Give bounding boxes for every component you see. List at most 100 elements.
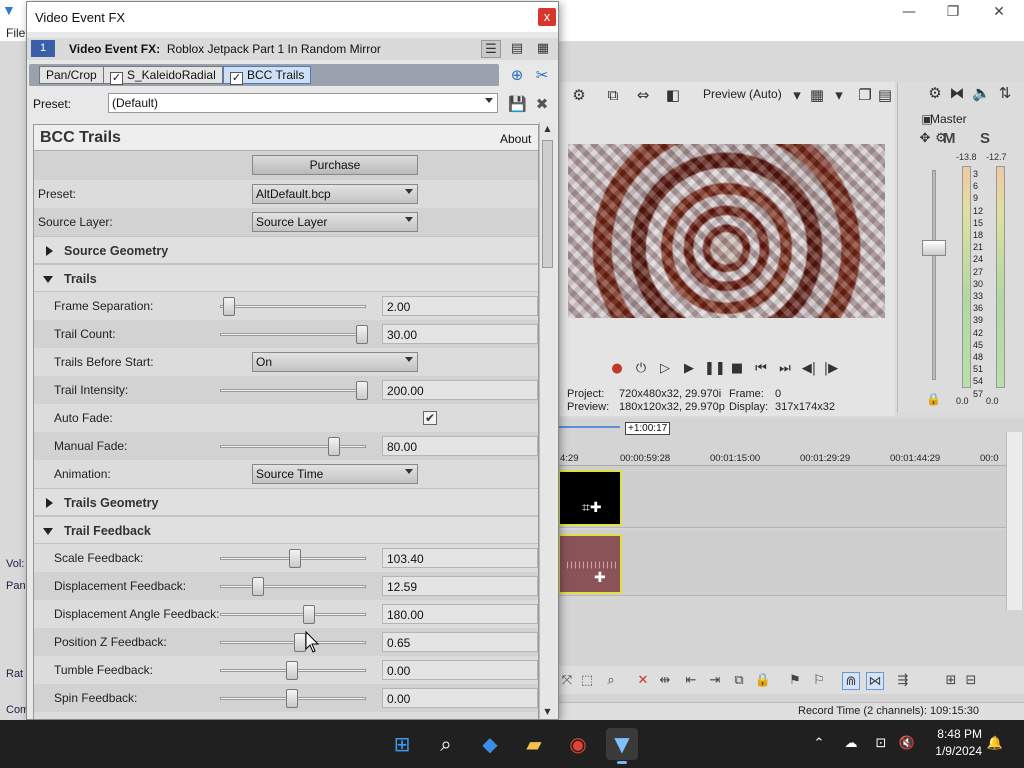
external-monitor-icon[interactable]: ⇔: [634, 86, 652, 104]
displacement-angle-feedback-slider[interactable]: [302, 605, 315, 624]
view-grid-icon[interactable]: ▦: [533, 40, 553, 58]
slider-track[interactable]: [220, 445, 366, 448]
dialog-titlebar[interactable]: Video Event FX x: [27, 2, 558, 32]
displacement-feedback-input[interactable]: 12.59: [382, 576, 538, 596]
downmix-icon[interactable]: ⧓: [948, 84, 966, 102]
plugin-chain-icon[interactable]: ⊕: [508, 66, 526, 84]
solo-button[interactable]: S: [980, 130, 990, 147]
purchase-button[interactable]: Purchase: [252, 155, 418, 175]
auto-fade-checkbox[interactable]: ✔: [423, 411, 437, 425]
trail-intensity-slider[interactable]: [356, 381, 368, 400]
dialog-close-button[interactable]: x: [538, 8, 556, 26]
spin-feedback-slider[interactable]: [286, 689, 298, 708]
marker-icon[interactable]: ⚑: [786, 672, 804, 690]
pause-icon[interactable]: ❚❚: [704, 360, 726, 378]
displacement-angle-feedback-input[interactable]: 180.00: [382, 604, 538, 624]
gear-icon[interactable]: ⚙: [570, 86, 588, 104]
stop-icon[interactable]: ■: [728, 360, 746, 378]
scale-feedback-slider[interactable]: [288, 549, 301, 568]
scrollbar-thumb[interactable]: [542, 140, 553, 268]
position-z-feedback-input[interactable]: 0.65: [382, 632, 538, 652]
trails-before-start-dropdown[interactable]: On: [252, 352, 418, 372]
video-clip[interactable]: ⌗✚: [558, 470, 622, 526]
volume-muted-icon[interactable]: 🔇: [898, 735, 916, 753]
auto-crossfade-icon[interactable]: ⋈: [866, 672, 884, 690]
region-icon[interactable]: ⚐: [810, 672, 828, 690]
chrome-icon[interactable]: ◉: [562, 728, 594, 760]
crop-icon[interactable]: ⌗✚: [582, 500, 602, 516]
split-screen-icon[interactable]: ⧉: [604, 86, 622, 104]
save-snapshot-icon[interactable]: ▤: [876, 86, 894, 104]
slider-track[interactable]: [220, 641, 366, 644]
frame-separation-input[interactable]: 2.00: [382, 296, 538, 316]
zoom-tool-icon[interactable]: ⌕: [602, 672, 620, 690]
frame-separation-slider[interactable]: [223, 297, 235, 316]
record-icon[interactable]: ●: [608, 360, 626, 378]
plugin-preset-dropdown[interactable]: AltDefault.bcp: [252, 184, 418, 204]
split-icon[interactable]: ⧉: [730, 672, 748, 690]
collapse-triangle-icon[interactable]: [43, 528, 53, 535]
master-fader-knob[interactable]: [922, 240, 946, 256]
delete-icon[interactable]: ✕: [634, 672, 652, 690]
notification-bell-icon[interactable]: 🔔: [986, 735, 1004, 753]
master-fader-track[interactable]: [932, 170, 936, 380]
go-to-start-icon[interactable]: ⏮: [752, 360, 770, 378]
trail-count-slider[interactable]: [356, 325, 368, 344]
trim-icon[interactable]: ⇹: [656, 672, 674, 690]
slider-track[interactable]: [220, 585, 366, 588]
chain-item-bcc-trails[interactable]: ✓ BCC Trails: [223, 66, 312, 85]
previous-frame-icon[interactable]: ◀|: [800, 360, 818, 378]
trim-start-icon[interactable]: ⇤: [682, 672, 700, 690]
windows-start-icon[interactable]: ⊞: [386, 728, 418, 760]
gear-icon[interactable]: ⚙: [926, 84, 944, 102]
slider-track[interactable]: [220, 333, 366, 336]
position-z-feedback-slider[interactable]: [294, 633, 307, 652]
fx-plugin-icon[interactable]: ✚: [594, 570, 606, 586]
checkbox-icon[interactable]: ✓: [110, 72, 123, 85]
slider-track[interactable]: [220, 305, 366, 308]
restore-button[interactable]: ❐: [938, 2, 968, 22]
chevron-down-icon[interactable]: ▾: [788, 86, 806, 104]
selection-tool-icon[interactable]: ⬚: [578, 672, 596, 690]
displacement-feedback-slider[interactable]: [252, 577, 265, 596]
preview-quality-dropdown[interactable]: Preview (Auto): [703, 87, 782, 101]
photo-app-icon[interactable]: ◆: [474, 728, 506, 760]
timeline-ruler[interactable]: 4:29 00:00:59:28 00:01:15:00 00:01:29:29…: [558, 452, 1006, 466]
expand-triangle-icon[interactable]: [46, 246, 53, 256]
play-from-start-icon[interactable]: ▷: [656, 360, 674, 378]
about-link[interactable]: About: [500, 132, 531, 146]
section-trails[interactable]: Trails: [34, 264, 538, 292]
grid-icon[interactable]: ▦: [808, 86, 826, 104]
source-layer-dropdown[interactable]: Source Layer: [252, 212, 418, 232]
go-to-end-icon[interactable]: ⏭: [776, 360, 794, 378]
clock-time[interactable]: 8:48 PM: [932, 727, 982, 741]
save-preset-icon[interactable]: 💾: [508, 95, 527, 113]
section-trails-geometry[interactable]: Trails Geometry: [34, 488, 538, 516]
trail-intensity-input[interactable]: 200.00: [382, 380, 538, 400]
checkbox-icon[interactable]: ✓: [230, 72, 243, 85]
section-trail-feedback[interactable]: Trail Feedback: [34, 516, 538, 544]
remove-plugin-icon[interactable]: ✂: [533, 66, 551, 84]
trim-end-icon[interactable]: ⇥: [706, 672, 724, 690]
tool-b-icon[interactable]: ⊟: [962, 672, 980, 690]
close-window-button[interactable]: ✕: [984, 2, 1014, 22]
scroll-up-icon[interactable]: ▲: [542, 124, 553, 136]
clock-date[interactable]: 1/9/2024: [924, 744, 982, 758]
audio-clip[interactable]: ✚: [558, 534, 622, 594]
menu-file[interactable]: File: [6, 26, 25, 40]
scroll-down-icon[interactable]: ▼: [542, 707, 553, 719]
spin-feedback-input[interactable]: 0.00: [382, 688, 538, 708]
vegas-app-icon[interactable]: ▼: [606, 728, 638, 764]
overlay-icon[interactable]: ◧: [664, 86, 682, 104]
manual-fade-input[interactable]: 80.00: [382, 436, 538, 456]
dialog-vertical-scrollbar[interactable]: ▲ ▼: [539, 122, 555, 719]
preset-dropdown[interactable]: (Default): [108, 93, 498, 113]
file-explorer-icon[interactable]: ▰: [518, 728, 550, 760]
view-single-icon[interactable]: ☰: [481, 40, 501, 58]
meter-options-icon[interactable]: ⇅: [996, 84, 1014, 102]
scale-feedback-input[interactable]: 103.40: [382, 548, 538, 568]
chain-item-kaleido[interactable]: ✓ S_KaleidoRadial: [103, 66, 223, 85]
play-icon[interactable]: ▶: [680, 360, 698, 378]
timeline-vertical-scrollbar[interactable]: [1006, 432, 1022, 610]
tumble-feedback-slider[interactable]: [286, 661, 298, 680]
